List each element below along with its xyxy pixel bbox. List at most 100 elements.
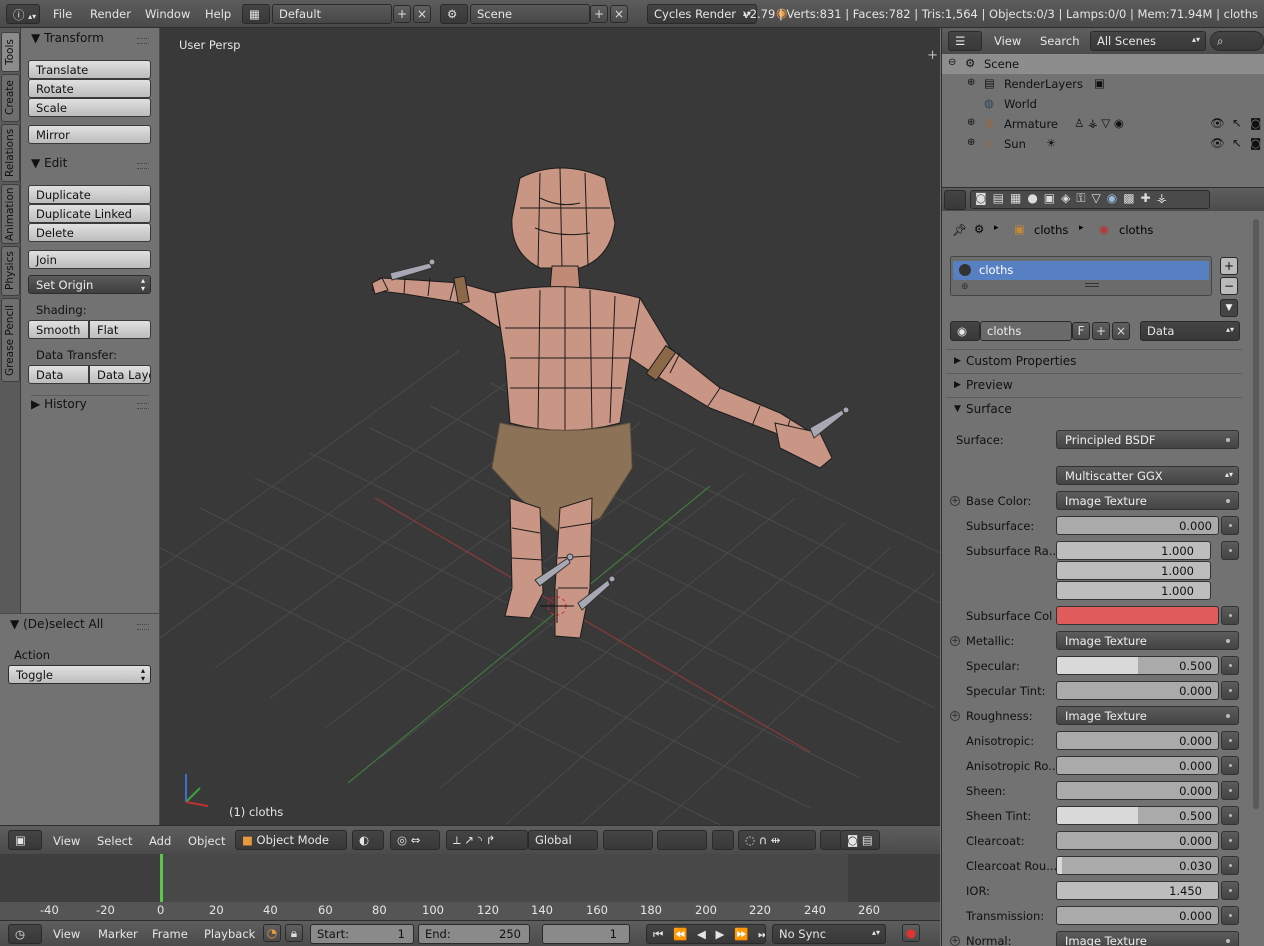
data-layout-button[interactable]: Data Layo bbox=[89, 365, 151, 384]
render-preview-buttons[interactable]: ◙ ▤ bbox=[840, 830, 880, 850]
panel-grip[interactable] bbox=[137, 38, 149, 44]
menu-select[interactable]: Select bbox=[97, 834, 132, 848]
surface-shader-button[interactable]: Principled BSDF bbox=[1056, 430, 1239, 449]
translate-button[interactable]: Translate bbox=[28, 60, 151, 79]
menu-help[interactable]: Help bbox=[205, 7, 231, 21]
join-button[interactable]: Join bbox=[28, 250, 151, 269]
value-slider[interactable]: 0.000 bbox=[1056, 516, 1219, 535]
outliner-search-input[interactable]: ⌕ bbox=[1210, 31, 1264, 51]
transform-panel-header[interactable]: ▼ Transform bbox=[31, 31, 104, 45]
menu-window[interactable]: Window bbox=[145, 7, 190, 21]
record-icon[interactable]: ● bbox=[902, 924, 920, 942]
material-browse-button[interactable]: ◉ bbox=[950, 321, 980, 341]
unlink-material-button[interactable]: × bbox=[1112, 322, 1130, 340]
3d-viewport[interactable]: User Persp + (1) cloths bbox=[160, 28, 940, 825]
input-node-button[interactable]: Image Texture bbox=[1056, 491, 1239, 510]
transform-orientation-select[interactable]: Global bbox=[528, 830, 598, 850]
custom-properties-panel-header[interactable]: ▶ Custom Properties bbox=[946, 349, 1242, 371]
editor-type-selector[interactable] bbox=[944, 190, 966, 210]
snapping-controls[interactable]: ◌ ∩ ⇹ bbox=[738, 830, 816, 850]
tab-relations[interactable]: Relations bbox=[1, 124, 20, 182]
pin-icon[interactable]: 📌︎ bbox=[952, 223, 967, 237]
socket-menu-button[interactable] bbox=[1221, 881, 1239, 900]
screen-layout-field[interactable]: Default bbox=[272, 4, 392, 24]
socket-menu-button[interactable] bbox=[1221, 781, 1239, 800]
expand-icon[interactable]: ⊕ bbox=[967, 117, 975, 128]
operator-panel-header[interactable]: ▼ (De)select All bbox=[10, 617, 103, 631]
menu-render[interactable]: Render bbox=[90, 7, 131, 21]
scene-browse-button[interactable]: ⚙ bbox=[440, 4, 468, 24]
edit-panel-header[interactable]: ▼ Edit bbox=[31, 156, 67, 170]
editor-type-selector[interactable]: ▣ bbox=[8, 830, 42, 850]
proportional-edit-button[interactable] bbox=[820, 830, 842, 850]
viewport-shading-select[interactable]: ◐ bbox=[352, 830, 384, 850]
preview-panel-header[interactable]: ▶ Preview bbox=[946, 373, 1242, 395]
tab-physics[interactable]: Physics bbox=[1, 246, 20, 296]
socket-menu-button[interactable] bbox=[1221, 606, 1239, 625]
link-type-select[interactable]: Data ▴▾ bbox=[1140, 321, 1240, 341]
rotate-button[interactable]: Rotate bbox=[28, 79, 151, 98]
interaction-mode-select[interactable]: ■ Object Mode bbox=[235, 830, 347, 850]
value-slider[interactable]: 0.500 bbox=[1056, 656, 1219, 675]
socket-menu-button[interactable] bbox=[1221, 831, 1239, 850]
vector-component-field[interactable]: 1.000 bbox=[1056, 561, 1211, 580]
expand-icon[interactable]: ⊕ bbox=[967, 137, 975, 148]
outliner-row-sun[interactable]: ⊕ 💡︎ Sun ☀ 👁︎ ↖ ◙ bbox=[942, 134, 1264, 154]
socket-menu-button[interactable] bbox=[1221, 856, 1239, 875]
socket-menu-button[interactable] bbox=[1221, 731, 1239, 750]
display-mode-select[interactable]: All Scenes ▴▾ bbox=[1090, 31, 1206, 51]
action-select[interactable]: Toggle ▴ ▾ bbox=[8, 665, 151, 684]
socket-menu-button[interactable] bbox=[1221, 541, 1239, 560]
value-slider[interactable]: 0.500 bbox=[1056, 806, 1219, 825]
scale-button[interactable]: Scale bbox=[28, 98, 151, 117]
tab-animation[interactable]: Animation bbox=[1, 184, 20, 244]
outliner-row-scene[interactable]: ⊖ ⚙ Scene bbox=[942, 54, 1264, 74]
expand-icon[interactable]: ⊕ bbox=[967, 77, 975, 88]
material-slot-selected[interactable]: cloths bbox=[953, 261, 1209, 280]
tab-grease-pencil[interactable]: Grease Pencil bbox=[1, 298, 20, 382]
render-engine-select[interactable]: Cycles Render ▴▾ bbox=[647, 4, 757, 24]
remove-layout-button[interactable]: × bbox=[413, 5, 431, 23]
transform-manipulators[interactable]: ⟂ ↗ ◝ ↱ bbox=[446, 830, 528, 850]
start-frame-field[interactable]: Start: 1 bbox=[310, 924, 414, 944]
preview-range-icon[interactable]: ◔ bbox=[263, 924, 281, 942]
value-slider[interactable]: 0.000 bbox=[1056, 781, 1219, 800]
panel-grip[interactable] bbox=[137, 403, 149, 409]
duplicate-linked-button[interactable]: Duplicate Linked bbox=[28, 204, 151, 223]
fake-user-button[interactable]: F bbox=[1072, 322, 1090, 340]
value-slider[interactable]: 0.030 bbox=[1056, 856, 1219, 875]
add-slot-button[interactable]: + bbox=[1220, 257, 1238, 275]
outliner-row-world[interactable]: ◍ World bbox=[942, 94, 1264, 114]
data-transfer-button[interactable]: Data bbox=[28, 365, 89, 384]
input-node-button[interactable]: Image Texture bbox=[1056, 631, 1239, 650]
outliner-row-armature[interactable]: ⊕ ♙ Armature ♙ ⚶ ▽ ◉ 👁︎ ↖ ◙ bbox=[942, 114, 1264, 134]
link-socket-icon[interactable]: + bbox=[950, 711, 960, 721]
duplicate-button[interactable]: Duplicate bbox=[28, 185, 151, 204]
material-name-field[interactable]: cloths bbox=[980, 321, 1072, 341]
menu-view[interactable]: View bbox=[994, 34, 1021, 48]
menu-file[interactable]: File bbox=[53, 7, 72, 21]
scene-field[interactable]: Scene bbox=[470, 4, 590, 24]
tab-tools[interactable]: Tools bbox=[1, 32, 20, 72]
layer-buttons-b[interactable] bbox=[657, 830, 707, 850]
vector-component-field[interactable]: 1.000 bbox=[1056, 541, 1211, 560]
list-resize-grip[interactable] bbox=[1085, 283, 1099, 287]
value-slider[interactable]: 0.000 bbox=[1056, 756, 1219, 775]
value-slider[interactable]: 0.000 bbox=[1056, 731, 1219, 750]
remove-scene-button[interactable]: × bbox=[610, 5, 628, 23]
shade-flat-button[interactable]: Flat bbox=[89, 320, 151, 339]
sync-mode-select[interactable]: No Sync ▴▾ bbox=[772, 924, 886, 944]
socket-menu-button[interactable] bbox=[1221, 681, 1239, 700]
socket-menu-button[interactable] bbox=[1221, 806, 1239, 825]
panel-grip[interactable] bbox=[137, 163, 149, 169]
socket-menu-button[interactable] bbox=[1221, 756, 1239, 775]
new-material-button[interactable]: + bbox=[1092, 322, 1110, 340]
menu-playback[interactable]: Playback bbox=[204, 927, 255, 941]
delete-button[interactable]: Delete bbox=[28, 223, 151, 242]
panel-grip[interactable] bbox=[137, 624, 149, 630]
pivot-and-manipulator[interactable]: ◎ ⇔ bbox=[390, 830, 440, 850]
value-slider[interactable]: 0.000 bbox=[1056, 681, 1219, 700]
input-node-button[interactable]: Image Texture bbox=[1056, 706, 1239, 725]
slot-specials-button[interactable]: ▼ bbox=[1220, 299, 1238, 317]
end-frame-field[interactable]: End: 250 bbox=[418, 924, 530, 944]
